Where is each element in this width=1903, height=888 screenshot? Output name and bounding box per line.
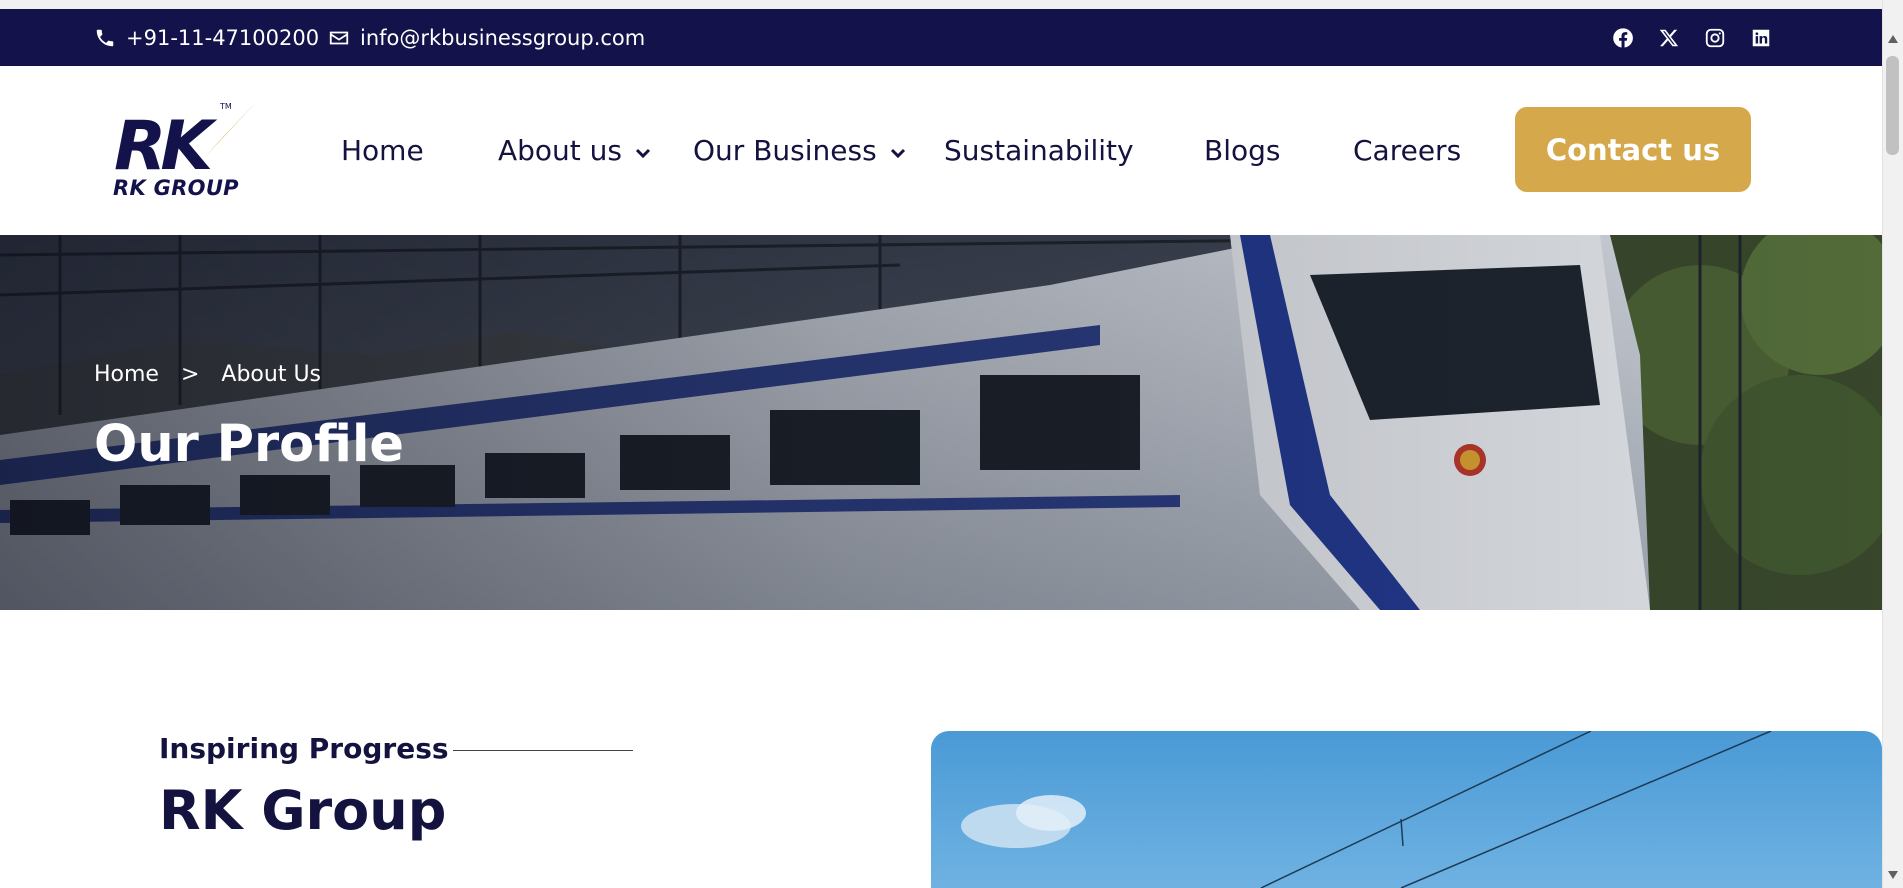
site-header: RK TM RK GROUP Home About us Our Busines… [0,66,1882,235]
nav-home-label: Home [341,134,424,167]
phone-number: +91-11-47100200 [126,25,320,50]
section-title: RK Group [159,779,447,842]
breadcrumb-home[interactable]: Home [94,362,159,387]
svg-text:TM: TM [219,102,232,111]
kicker-row: Inspiring Progress [159,732,633,765]
nav-blogs-label: Blogs [1204,134,1281,167]
browser-top-strip [0,0,1882,9]
kicker-divider [452,750,633,751]
nav-about-us-label: About us [498,134,623,167]
nav-careers-label: Careers [1353,134,1462,167]
sky-photo [931,731,1882,888]
envelope-icon [329,31,349,44]
breadcrumb-current: About Us [221,362,322,387]
linkedin-icon[interactable] [1750,27,1772,49]
chevron-down-icon [889,144,907,162]
logo-text: RK GROUP [113,176,239,200]
x-icon[interactable] [1658,27,1680,49]
chevron-down-icon [634,144,652,162]
nav-sustainability[interactable]: Sustainability [944,66,1134,235]
svg-text:RK: RK [114,107,217,186]
section-kicker: Inspiring Progress [159,732,449,765]
scroll-up-arrow-icon[interactable] [1882,34,1903,52]
nav-our-business[interactable]: Our Business [693,66,907,235]
nav-our-business-label: Our Business [693,134,877,167]
phone-link[interactable]: +91-11-47100200 [94,9,319,66]
section-photo [931,731,1882,888]
nav-sustainability-label: Sustainability [944,134,1134,167]
phone-icon [96,29,114,46]
email-address: info@rkbusinessgroup.com [360,25,646,50]
breadcrumb-separator: > [180,362,200,387]
nav-about-us[interactable]: About us [498,66,652,235]
nav-careers[interactable]: Careers [1353,66,1461,235]
hero-banner: Home > About Us Our Profile [0,235,1882,610]
breadcrumb: Home > About Us [94,362,321,387]
nav-blogs[interactable]: Blogs [1204,66,1280,235]
contact-us-button[interactable]: Contact us [1515,107,1751,192]
facebook-icon[interactable] [1612,27,1634,49]
email-link[interactable]: info@rkbusinessgroup.com [328,9,645,66]
rk-group-logo[interactable]: RK TM RK GROUP [112,96,262,206]
top-contact-bar: +91-11-47100200 info@rkbusinessgroup.com [0,9,1882,66]
nav-home[interactable]: Home [341,66,424,235]
scrollbar-thumb[interactable] [1886,56,1899,155]
social-links [1612,9,1772,66]
instagram-icon[interactable] [1704,27,1726,49]
page-title: Our Profile [94,415,405,474]
intro-section: Inspiring Progress RK Group [159,732,633,842]
scroll-down-arrow-icon[interactable] [1882,870,1903,888]
